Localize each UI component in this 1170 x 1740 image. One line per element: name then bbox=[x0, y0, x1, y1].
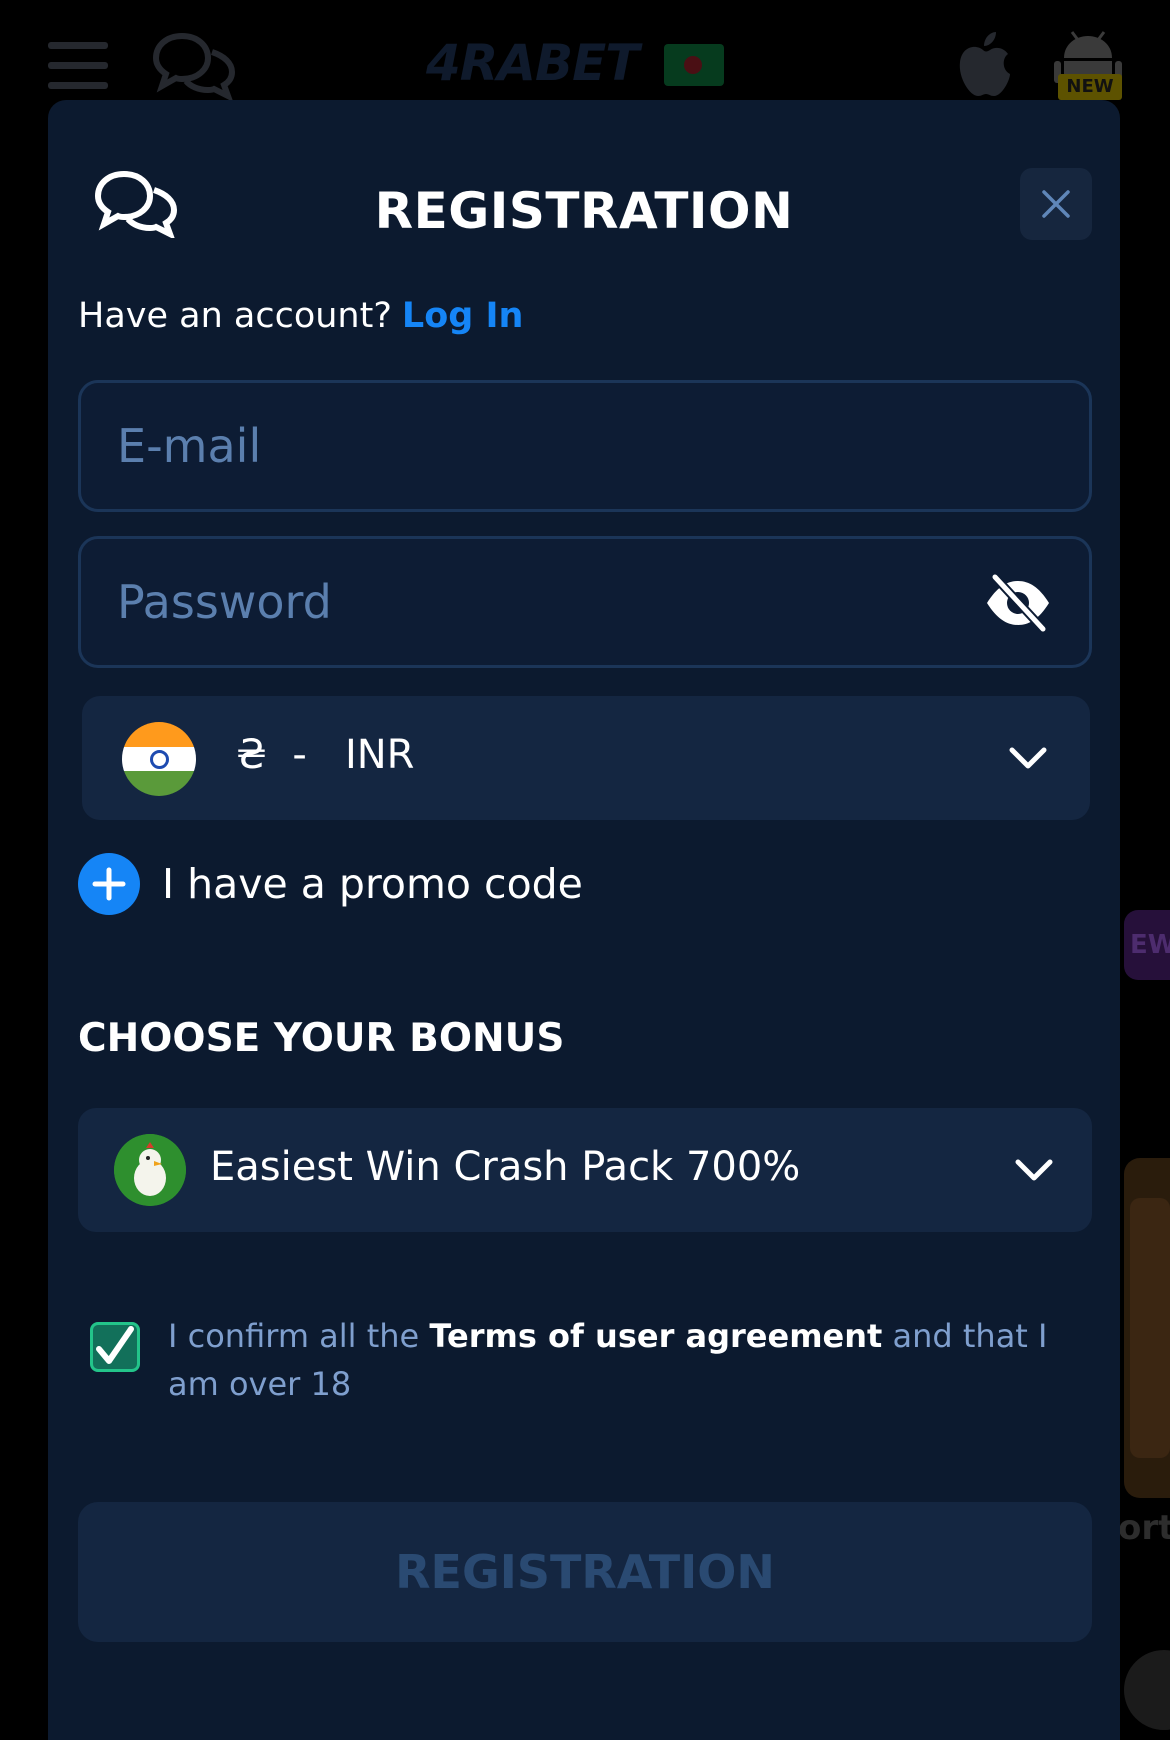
login-link[interactable]: Log In bbox=[402, 296, 524, 336]
registration-submit-button[interactable]: REGISTRATION bbox=[78, 1502, 1092, 1642]
background-round-badge bbox=[1124, 1650, 1170, 1730]
account-prompt: Have an account? bbox=[78, 296, 392, 336]
terms-prefix: I confirm all the bbox=[168, 1317, 420, 1355]
background-new-label: EW bbox=[1130, 930, 1170, 960]
menu-icon[interactable] bbox=[48, 42, 108, 90]
terms-text: I confirm all the Terms of user agreemen… bbox=[168, 1312, 1088, 1408]
android-new-badge: NEW bbox=[1058, 74, 1122, 100]
india-flag-icon bbox=[122, 722, 196, 796]
background-peek-text: ort bbox=[1118, 1508, 1170, 1548]
promo-code-label: I have a promo code bbox=[162, 860, 583, 908]
registration-modal: REGISTRATION Have an account?Log In ₴ - … bbox=[48, 100, 1120, 1740]
close-button[interactable] bbox=[1020, 168, 1092, 240]
terms-link[interactable]: Terms of user agreement bbox=[429, 1317, 882, 1355]
top-bar: 4RABET NEW bbox=[0, 0, 1170, 103]
background-new-tag: EW bbox=[1124, 910, 1170, 980]
bonus-chicken-icon bbox=[114, 1134, 186, 1206]
chevron-down-icon bbox=[1009, 747, 1047, 769]
chat-icon[interactable] bbox=[152, 30, 236, 103]
password-field[interactable] bbox=[117, 539, 957, 665]
brand-logo[interactable]: 4RABET bbox=[426, 34, 639, 92]
chevron-down-icon bbox=[1015, 1159, 1053, 1181]
bonus-selected: Easiest Win Crash Pack 700% bbox=[210, 1144, 801, 1190]
email-field-wrapper bbox=[78, 380, 1092, 512]
background-game-card bbox=[1124, 1158, 1170, 1498]
password-field-wrapper bbox=[78, 536, 1092, 668]
bangladesh-flag-icon[interactable] bbox=[664, 44, 724, 86]
currency-select[interactable]: ₴ - INR bbox=[82, 696, 1090, 820]
close-icon bbox=[1042, 190, 1070, 218]
modal-title: REGISTRATION bbox=[374, 182, 794, 240]
check-icon bbox=[96, 1326, 134, 1364]
currency-selected: ₴ - INR bbox=[236, 732, 415, 778]
promo-code-toggle[interactable]: I have a promo code bbox=[78, 852, 583, 916]
terms-checkbox[interactable] bbox=[90, 1322, 140, 1372]
email-field[interactable] bbox=[117, 383, 957, 509]
eye-off-icon[interactable] bbox=[983, 573, 1053, 633]
bonus-select[interactable]: Easiest Win Crash Pack 700% bbox=[78, 1108, 1092, 1232]
bonus-heading: CHOOSE YOUR BONUS bbox=[78, 1016, 565, 1061]
plus-icon bbox=[78, 853, 140, 915]
apple-icon[interactable] bbox=[948, 30, 1018, 100]
account-prompt-line: Have an account? Log In bbox=[78, 296, 523, 336]
